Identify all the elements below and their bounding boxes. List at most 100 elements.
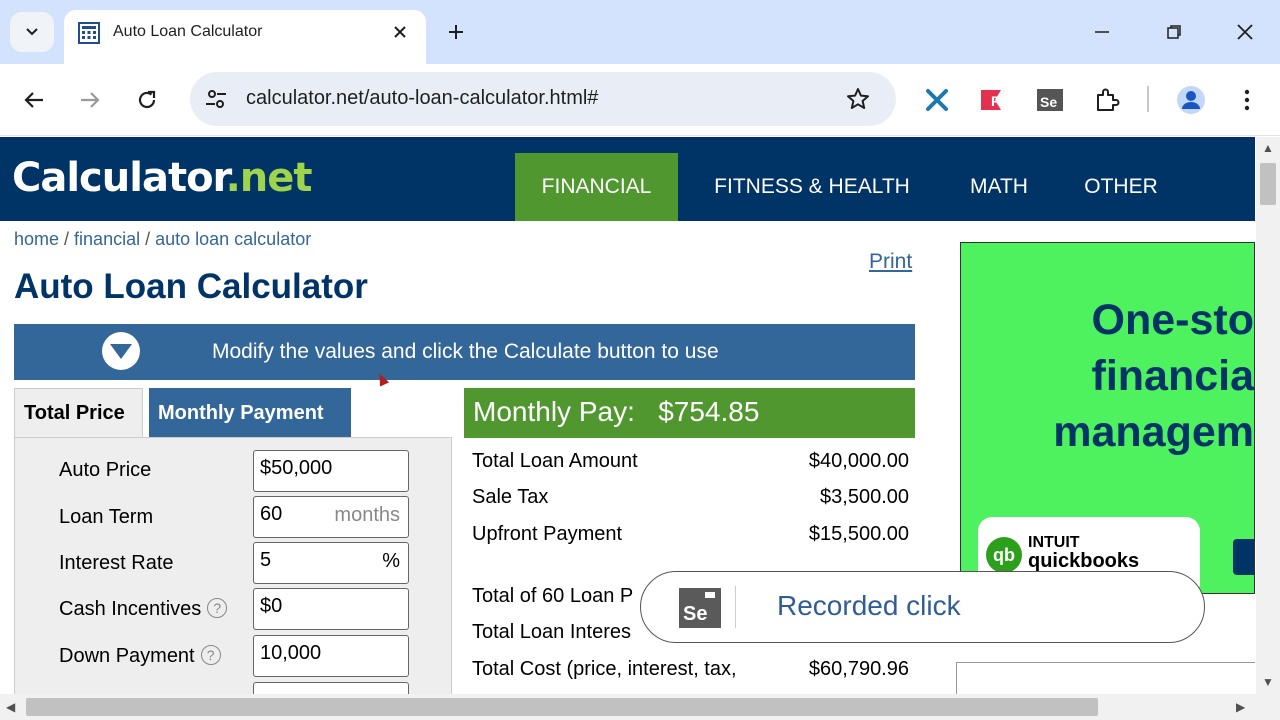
minimize-button[interactable] bbox=[1086, 16, 1118, 48]
star-icon bbox=[847, 88, 869, 109]
interest-rate-input[interactable]: 5% bbox=[253, 542, 409, 584]
quickbooks-wordmark: INTUIT quickbooks bbox=[1028, 534, 1139, 572]
svg-text:Se: Se bbox=[1040, 94, 1057, 110]
breadcrumb-current[interactable]: auto loan calculator bbox=[155, 229, 311, 249]
result-value: $40,000.00 bbox=[808, 450, 909, 472]
breadcrumb: home / financial / auto loan calculator bbox=[14, 229, 311, 250]
restore-button[interactable] bbox=[1158, 16, 1190, 48]
ad-line: financia bbox=[1091, 351, 1255, 400]
vertical-scrollbar[interactable]: ▲ ▼ bbox=[1256, 137, 1280, 694]
extension-button[interactable]: R bbox=[977, 84, 1009, 116]
ad-line: managem bbox=[1053, 407, 1254, 456]
down-payment-value: 10,000 bbox=[260, 642, 322, 664]
triangle-down-icon bbox=[110, 344, 132, 359]
new-tab-button[interactable] bbox=[442, 18, 470, 46]
calculator-favicon-icon bbox=[78, 22, 100, 44]
scroll-down-icon[interactable]: ▼ bbox=[1262, 675, 1274, 689]
vertical-scroll-thumb[interactable] bbox=[1260, 163, 1276, 205]
browser-menu-button[interactable] bbox=[1231, 84, 1263, 116]
result-label: Sale Tax bbox=[472, 486, 549, 508]
result-label: Total Loan Amount bbox=[472, 450, 638, 472]
breadcrumb-sep: / bbox=[59, 229, 75, 249]
horizontal-scrollbar[interactable]: ◀ ▶ bbox=[0, 694, 1280, 720]
more-vertical-icon bbox=[1244, 89, 1250, 111]
cash-incentives-label: Cash Incentives? bbox=[59, 598, 228, 621]
loan-term-value: 60 bbox=[260, 503, 283, 525]
tune-icon bbox=[206, 90, 226, 108]
svg-text:R: R bbox=[991, 93, 1001, 109]
tools-extension-icon bbox=[926, 89, 948, 111]
nav-fitness-health[interactable]: FITNESS & HEALTH bbox=[688, 153, 936, 221]
logo-main: Calculator bbox=[12, 155, 227, 201]
banner-text: Modify the values and click the Calculat… bbox=[212, 340, 719, 363]
result-row: Total Cost (price, interest, tax, $60,790… bbox=[472, 658, 909, 681]
extension-button[interactable] bbox=[921, 84, 953, 116]
help-icon[interactable]: ? bbox=[207, 598, 228, 618]
close-icon bbox=[1237, 24, 1253, 40]
brand-top: INTUIT bbox=[1028, 534, 1080, 551]
collapse-toggle[interactable] bbox=[102, 332, 140, 370]
toast-divider bbox=[735, 586, 736, 628]
result-label: Total Loan Interes bbox=[472, 621, 631, 643]
loan-term-unit: months bbox=[334, 504, 400, 526]
site-header: Calculator.net FINANCIAL FITNESS & HEALT… bbox=[0, 137, 1255, 221]
address-bar[interactable]: calculator.net/auto-loan-calculator.html… bbox=[190, 72, 896, 126]
nav-math[interactable]: MATH bbox=[946, 153, 1052, 221]
interest-rate-label: Interest Rate bbox=[59, 552, 174, 574]
breadcrumb-financial[interactable]: financial bbox=[74, 229, 140, 249]
active-tab[interactable]: Auto Loan Calculator bbox=[64, 10, 426, 64]
puzzle-icon bbox=[1097, 88, 1120, 111]
result-label: Total of 60 Loan P bbox=[472, 585, 634, 607]
help-icon[interactable]: ? bbox=[200, 645, 221, 665]
nav-financial[interactable]: FINANCIAL bbox=[515, 153, 678, 221]
auto-price-value: $50,000 bbox=[260, 457, 333, 479]
breadcrumb-home[interactable]: home bbox=[14, 229, 59, 249]
advertisement[interactable]: One-sto financia managem qb INTUIT quick… bbox=[960, 242, 1255, 594]
monthly-pay-banner: Monthly Pay: $754.85 bbox=[464, 388, 915, 438]
result-row: Sale Tax $3,500.00 bbox=[472, 486, 909, 509]
scroll-left-icon[interactable]: ◀ bbox=[6, 700, 15, 714]
trade-in-input[interactable] bbox=[253, 682, 409, 694]
close-icon bbox=[394, 26, 406, 38]
url-text: calculator.net/auto-loan-calculator.html… bbox=[246, 87, 599, 109]
chevron-down-icon bbox=[26, 28, 38, 36]
close-window-button[interactable] bbox=[1229, 16, 1261, 48]
tab-total-price[interactable]: Total Price bbox=[14, 388, 143, 438]
scroll-right-icon[interactable]: ▶ bbox=[1236, 700, 1245, 714]
result-row: Total Loan Amount $40,000.00 bbox=[472, 450, 909, 473]
back-button[interactable] bbox=[16, 82, 52, 118]
extensions-menu-button[interactable] bbox=[1091, 84, 1123, 116]
monthly-pay-value: $754.85 bbox=[658, 396, 760, 427]
profile-button[interactable] bbox=[1175, 84, 1207, 116]
tab-close-button[interactable] bbox=[388, 20, 412, 44]
site-info-button[interactable] bbox=[202, 85, 230, 113]
bookmark-button[interactable] bbox=[844, 85, 872, 113]
result-row: Upfront Payment $15,500.00 bbox=[472, 523, 909, 546]
auto-price-input[interactable]: $50,000 bbox=[253, 450, 409, 492]
result-label: Total Cost (price, interest, tax, bbox=[472, 658, 737, 680]
result-value: $15,500.00 bbox=[808, 523, 909, 545]
site-logo[interactable]: Calculator.net bbox=[12, 155, 313, 201]
forward-button[interactable] bbox=[72, 82, 108, 118]
print-link[interactable]: Print bbox=[869, 250, 912, 274]
scroll-up-icon[interactable]: ▲ bbox=[1262, 141, 1274, 155]
reload-icon bbox=[138, 90, 156, 109]
plus-icon bbox=[449, 25, 463, 39]
down-payment-label: Down Payment? bbox=[59, 645, 221, 668]
tab-title: Auto Loan Calculator bbox=[113, 23, 263, 40]
tab-search-button[interactable] bbox=[10, 12, 54, 52]
secondary-ad-frame bbox=[956, 662, 1255, 694]
nav-other[interactable]: OTHER bbox=[1060, 153, 1182, 221]
tab-monthly-payment[interactable]: Monthly Payment bbox=[149, 388, 351, 438]
recorded-click-toast: Se Recorded click bbox=[640, 571, 1205, 643]
reload-button[interactable] bbox=[129, 82, 165, 118]
horizontal-scroll-thumb[interactable] bbox=[26, 698, 1098, 716]
ad-headline: One-sto financia managem bbox=[961, 293, 1255, 461]
svg-text:Se: Se bbox=[683, 603, 707, 625]
loan-term-input[interactable]: 60 months bbox=[253, 496, 409, 538]
down-payment-input[interactable]: 10,000 bbox=[253, 635, 409, 677]
ad-cta-button[interactable] bbox=[1233, 539, 1254, 575]
instruction-banner[interactable]: Modify the values and click the Calculat… bbox=[14, 324, 915, 380]
cash-incentives-input[interactable]: $0 bbox=[253, 588, 409, 630]
extension-button[interactable]: Se bbox=[1034, 84, 1066, 116]
